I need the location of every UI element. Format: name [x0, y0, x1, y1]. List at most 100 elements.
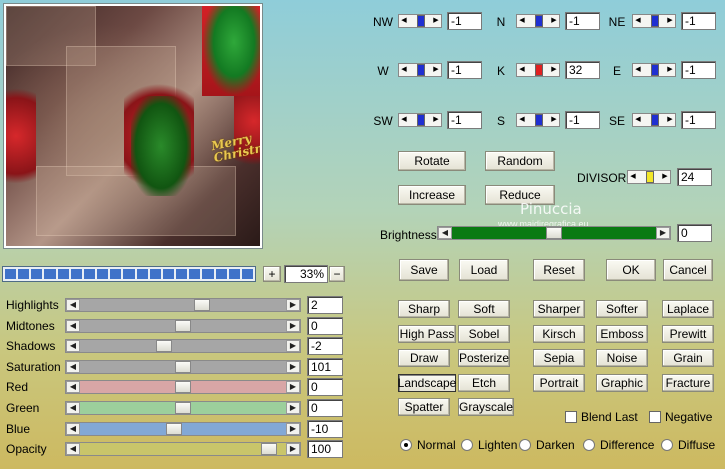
matrix-sw-slider[interactable]: ◀ ▶	[398, 113, 442, 127]
red-field[interactable]: 0	[307, 378, 343, 397]
radio-dot[interactable]	[519, 439, 531, 451]
green-field[interactable]: 0	[307, 399, 343, 417]
right-arrow-icon[interactable]: ▶	[286, 402, 300, 414]
green-slider[interactable]: ◀ ▶	[65, 401, 301, 415]
mode-difference-radio[interactable]: Difference	[583, 438, 654, 452]
matrix-ne-field[interactable]: -1	[681, 12, 716, 30]
right-arrow-icon[interactable]: ▶	[665, 64, 675, 76]
left-arrow-icon[interactable]: ◀	[517, 114, 527, 126]
matrix-k-thumb[interactable]	[535, 64, 543, 76]
red-thumb[interactable]	[175, 381, 191, 394]
right-arrow-icon[interactable]: ▶	[549, 15, 559, 27]
matrix-nw-slider[interactable]: ◀ ▶	[398, 14, 442, 28]
preset-posterize-button[interactable]: Posterize	[458, 349, 510, 367]
right-arrow-icon[interactable]: ▶	[286, 360, 300, 373]
midtones-thumb[interactable]	[175, 319, 191, 332]
matrix-s-slider[interactable]: ◀ ▶	[516, 113, 560, 127]
highlights-field[interactable]: 2	[307, 296, 343, 314]
matrix-k-slider[interactable]: ◀ ▶	[516, 63, 560, 77]
divisor-field[interactable]: 24	[677, 168, 712, 186]
checkbox-box[interactable]	[565, 411, 577, 423]
radio-dot[interactable]	[583, 439, 595, 451]
zoom-in-button[interactable]: +	[263, 266, 281, 282]
left-arrow-icon[interactable]: ◀	[517, 64, 527, 76]
save-button[interactable]: Save	[399, 259, 449, 281]
saturation-field[interactable]: 101	[307, 357, 343, 376]
left-arrow-icon[interactable]: ◀	[399, 15, 409, 27]
preset-emboss-button[interactable]: Emboss	[596, 324, 648, 343]
saturation-thumb[interactable]	[175, 360, 191, 373]
matrix-sw-thumb[interactable]	[417, 114, 425, 126]
preset-sharper-button[interactable]: Sharper	[533, 300, 585, 318]
opacity-field[interactable]: 100	[307, 440, 343, 459]
matrix-se-thumb[interactable]	[651, 114, 659, 126]
mode-diffuse-radio[interactable]: Diffuse	[661, 438, 715, 452]
preset-laplace-button[interactable]: Laplace	[662, 300, 714, 318]
matrix-ne-thumb[interactable]	[651, 15, 659, 27]
left-arrow-icon[interactable]: ◀	[66, 319, 80, 332]
left-arrow-icon[interactable]: ◀	[66, 422, 80, 435]
left-arrow-icon[interactable]: ◀	[633, 15, 643, 27]
right-arrow-icon[interactable]: ▶	[549, 64, 559, 76]
opacity-thumb[interactable]	[260, 443, 277, 456]
load-button[interactable]: Load	[459, 259, 509, 281]
brightness-thumb[interactable]	[546, 227, 562, 239]
right-arrow-icon[interactable]: ▶	[656, 227, 670, 239]
matrix-nw-field[interactable]: -1	[447, 12, 482, 30]
preset-high-pass-button[interactable]: High Pass	[398, 324, 456, 343]
preset-portrait-button[interactable]: Portrait	[533, 373, 585, 392]
matrix-e-field[interactable]: -1	[681, 61, 716, 79]
preset-fracture-button[interactable]: Fracture	[662, 373, 714, 392]
matrix-nw-thumb[interactable]	[417, 15, 425, 27]
right-arrow-icon[interactable]: ▶	[286, 319, 300, 332]
saturation-slider[interactable]: ◀ ▶	[65, 359, 301, 374]
shadows-field[interactable]: -2	[307, 337, 343, 356]
left-arrow-icon[interactable]: ◀	[438, 227, 452, 239]
matrix-e-thumb[interactable]	[651, 64, 659, 76]
highlights-slider[interactable]: ◀ ▶	[65, 298, 301, 312]
matrix-w-slider[interactable]: ◀ ▶	[398, 63, 442, 77]
matrix-s-field[interactable]: -1	[565, 111, 600, 129]
blend-last-checkbox[interactable]: Blend Last	[565, 410, 638, 424]
zoom-out-button[interactable]: −	[329, 266, 345, 282]
preset-spatter-button[interactable]: Spatter	[398, 398, 450, 416]
negative-checkbox[interactable]: Negative	[649, 410, 712, 424]
right-arrow-icon[interactable]: ▶	[549, 114, 559, 126]
right-arrow-icon[interactable]: ▶	[286, 422, 300, 435]
left-arrow-icon[interactable]: ◀	[66, 443, 80, 456]
increase-button[interactable]: Increase	[398, 185, 466, 205]
right-arrow-icon[interactable]: ▶	[665, 15, 675, 27]
zoom-field[interactable]: 33%	[284, 265, 328, 283]
brightness-slider[interactable]: ◀ ▶	[437, 226, 671, 240]
blue-slider[interactable]: ◀ ▶	[65, 421, 301, 436]
cancel-button[interactable]: Cancel	[663, 259, 713, 281]
matrix-w-thumb[interactable]	[417, 64, 425, 76]
left-arrow-icon[interactable]: ◀	[66, 402, 80, 414]
preset-sobel-button[interactable]: Sobel	[458, 324, 510, 343]
preset-kirsch-button[interactable]: Kirsch	[533, 324, 585, 343]
right-arrow-icon[interactable]: ▶	[660, 171, 670, 183]
preset-landscape-button[interactable]: Landscape	[398, 373, 456, 392]
preset-sepia-button[interactable]: Sepia	[533, 349, 585, 367]
preset-softer-button[interactable]: Softer	[596, 300, 648, 318]
preset-grayscale-button[interactable]: Grayscale	[458, 398, 514, 416]
preset-prewitt-button[interactable]: Prewitt	[662, 324, 714, 343]
left-arrow-icon[interactable]: ◀	[633, 114, 643, 126]
left-arrow-icon[interactable]: ◀	[517, 15, 527, 27]
highlights-thumb[interactable]	[194, 299, 210, 311]
checkbox-box[interactable]	[649, 411, 661, 423]
left-arrow-icon[interactable]: ◀	[628, 171, 638, 183]
green-thumb[interactable]	[175, 402, 191, 414]
blue-thumb[interactable]	[165, 422, 182, 435]
left-arrow-icon[interactable]: ◀	[66, 381, 80, 394]
divisor-thumb[interactable]	[646, 171, 654, 183]
ok-button[interactable]: OK	[606, 259, 656, 281]
midtones-slider[interactable]: ◀ ▶	[65, 318, 301, 333]
preset-soft-button[interactable]: Soft	[458, 300, 510, 318]
random-button[interactable]: Random	[485, 151, 555, 171]
left-arrow-icon[interactable]: ◀	[399, 64, 409, 76]
left-arrow-icon[interactable]: ◀	[399, 114, 409, 126]
shadows-thumb[interactable]	[156, 340, 172, 353]
right-arrow-icon[interactable]: ▶	[286, 381, 300, 394]
radio-dot[interactable]	[661, 439, 673, 451]
